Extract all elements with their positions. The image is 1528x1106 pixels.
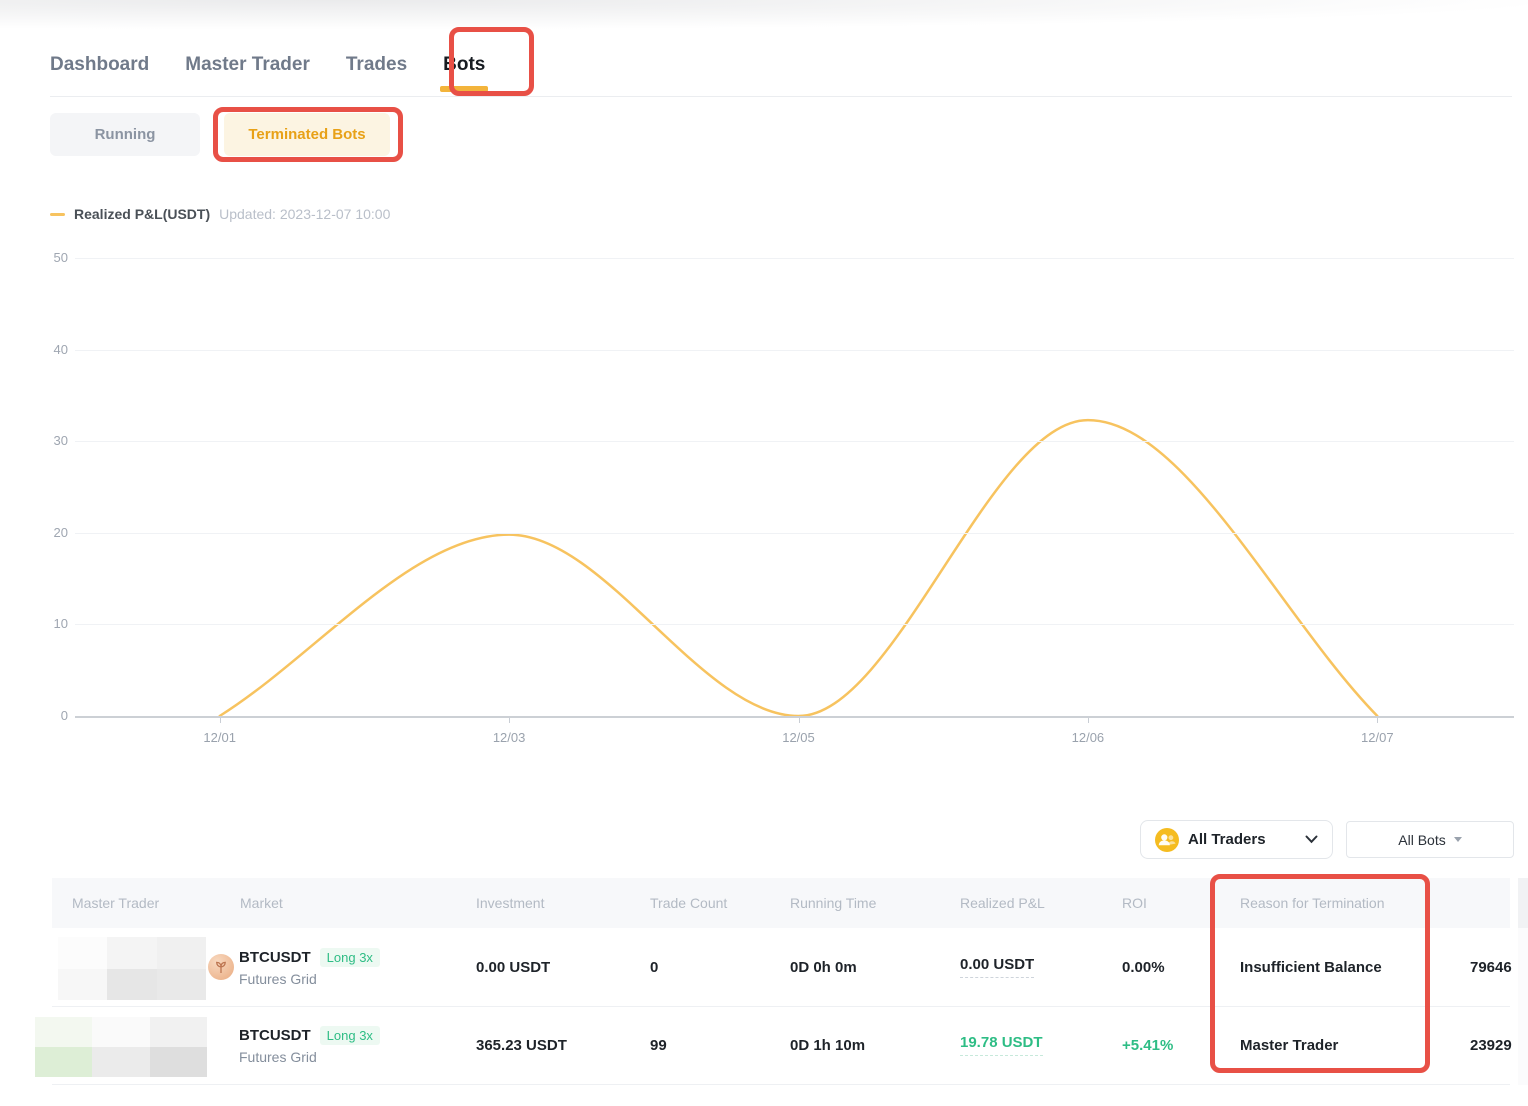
all-bots-label: All Bots bbox=[1398, 832, 1445, 848]
subtab-running[interactable]: Running bbox=[50, 113, 200, 156]
header-investment: Investment bbox=[472, 895, 642, 911]
bot-id: 79646 bbox=[1446, 959, 1528, 976]
bot-type: Futures Grid bbox=[239, 971, 380, 987]
pnl-line-series bbox=[220, 420, 1378, 716]
pnl-line-svg bbox=[0, 240, 1528, 770]
row-separator bbox=[52, 1084, 1510, 1085]
table-right-strip bbox=[1518, 878, 1528, 928]
y-axis-tick-label: 10 bbox=[28, 615, 68, 633]
side-leverage-badge: Long 3x bbox=[320, 1026, 380, 1045]
investment-value: 0.00 USDT bbox=[472, 959, 642, 976]
chevron-down-icon bbox=[1305, 835, 1318, 844]
realized-pnl-chart: 0 10 20 30 40 50 12/01 12/03 12/05 12/06 12/07 bbox=[0, 240, 1528, 770]
legend-updated-time: Updated: 2023-12-07 10:00 bbox=[219, 206, 390, 222]
subtab-terminated-bots[interactable]: Terminated Bots bbox=[224, 113, 390, 156]
x-axis-tick-label: 12/03 bbox=[493, 730, 526, 745]
x-axis-tick-label: 12/06 bbox=[1072, 730, 1105, 745]
header-market: Market bbox=[208, 895, 472, 911]
x-axis-tick bbox=[799, 718, 800, 723]
token-icon bbox=[208, 954, 234, 980]
y-axis-tick-label: 0 bbox=[28, 707, 68, 725]
tabs-divider bbox=[50, 96, 1512, 97]
table-row[interactable]: BTCUSDT Long 3x Futures Grid 0.00 USDT 0… bbox=[52, 928, 1528, 1006]
table-row[interactable]: BTCUSDT Long 3x Futures Grid 365.23 USDT… bbox=[52, 1006, 1528, 1084]
header-running-time: Running Time bbox=[790, 895, 960, 911]
running-time-value: 0D 1h 10m bbox=[790, 1037, 960, 1054]
tab-bots[interactable]: Bots bbox=[443, 52, 485, 78]
x-axis-tick-label: 12/05 bbox=[782, 730, 815, 745]
roi-value: +5.41% bbox=[1122, 1037, 1240, 1054]
bots-table-header: Master Trader Market Investment Trade Co… bbox=[52, 878, 1510, 928]
header-trade-count: Trade Count bbox=[642, 895, 790, 911]
x-axis-tick-label: 12/07 bbox=[1361, 730, 1394, 745]
gridline bbox=[75, 258, 1514, 259]
header-master-trader: Master Trader bbox=[52, 895, 208, 911]
tab-dashboard[interactable]: Dashboard bbox=[50, 52, 149, 78]
all-bots-dropdown[interactable]: All Bots bbox=[1346, 821, 1514, 858]
gridline bbox=[75, 350, 1514, 351]
bot-type: Futures Grid bbox=[239, 1049, 380, 1065]
x-axis-tick bbox=[1377, 718, 1378, 723]
all-traders-label: All Traders bbox=[1188, 831, 1296, 848]
market-pair: BTCUSDT bbox=[239, 949, 311, 966]
realized-pnl-value: 0.00 USDT bbox=[960, 956, 1122, 978]
redacted-trader-identity bbox=[35, 1017, 207, 1077]
x-axis-tick-label: 12/01 bbox=[203, 730, 236, 745]
market-pair: BTCUSDT bbox=[239, 1027, 311, 1044]
running-time-value: 0D 0h 0m bbox=[790, 959, 960, 976]
copy-trading-bots-page: Dashboard Master Trader Trades Bots Runn… bbox=[0, 0, 1528, 1106]
market-cell: BTCUSDT Long 3x Futures Grid bbox=[208, 1026, 472, 1065]
y-axis-tick-label: 30 bbox=[28, 432, 68, 450]
gridline bbox=[75, 624, 1514, 625]
roi-value: 0.00% bbox=[1122, 959, 1240, 976]
main-tabs: Dashboard Master Trader Trades Bots bbox=[50, 52, 485, 78]
y-axis-tick-label: 50 bbox=[28, 249, 68, 267]
realized-pnl-tooltip-trigger[interactable]: 19.78 USDT bbox=[960, 1034, 1043, 1056]
trade-count-value: 99 bbox=[642, 1037, 790, 1054]
x-axis-tick bbox=[220, 718, 221, 723]
realized-pnl-tooltip-trigger[interactable]: 0.00 USDT bbox=[960, 956, 1034, 978]
investment-value: 365.23 USDT bbox=[472, 1037, 642, 1054]
legend-line-swatch bbox=[50, 213, 65, 216]
realized-pnl-value: 19.78 USDT bbox=[960, 1034, 1122, 1056]
gridline bbox=[75, 533, 1514, 534]
x-axis-tick bbox=[509, 718, 510, 723]
gridline bbox=[75, 441, 1514, 442]
chart-legend: Realized P&L(USDT) Updated: 2023-12-07 1… bbox=[50, 204, 390, 224]
bot-id: 23929 bbox=[1446, 1037, 1528, 1054]
trade-count-value: 0 bbox=[642, 959, 790, 976]
termination-reason: Insufficient Balance bbox=[1240, 959, 1446, 976]
market-cell: BTCUSDT Long 3x Futures Grid bbox=[208, 948, 472, 987]
table-right-strip bbox=[1518, 928, 1528, 1085]
top-shadow bbox=[0, 0, 1528, 40]
legend-series-label: Realized P&L(USDT) bbox=[74, 206, 210, 222]
gridline bbox=[75, 716, 1514, 718]
row-separator bbox=[52, 1006, 1510, 1007]
tab-trades[interactable]: Trades bbox=[346, 52, 407, 78]
termination-reason: Master Trader bbox=[1240, 1037, 1446, 1054]
side-leverage-badge: Long 3x bbox=[320, 948, 380, 967]
y-axis-tick-label: 40 bbox=[28, 341, 68, 359]
header-roi: ROI bbox=[1122, 895, 1240, 911]
header-realized-pnl: Realized P&L bbox=[960, 895, 1122, 911]
traders-icon bbox=[1155, 828, 1179, 852]
caret-down-icon bbox=[1454, 837, 1462, 842]
all-traders-dropdown[interactable]: All Traders bbox=[1140, 820, 1333, 859]
header-reason-for-termination: Reason for Termination bbox=[1240, 895, 1446, 911]
y-axis-tick-label: 20 bbox=[28, 524, 68, 542]
tab-master-trader[interactable]: Master Trader bbox=[185, 52, 310, 78]
redacted-trader-identity bbox=[58, 937, 206, 1000]
x-axis-tick bbox=[1088, 718, 1089, 723]
